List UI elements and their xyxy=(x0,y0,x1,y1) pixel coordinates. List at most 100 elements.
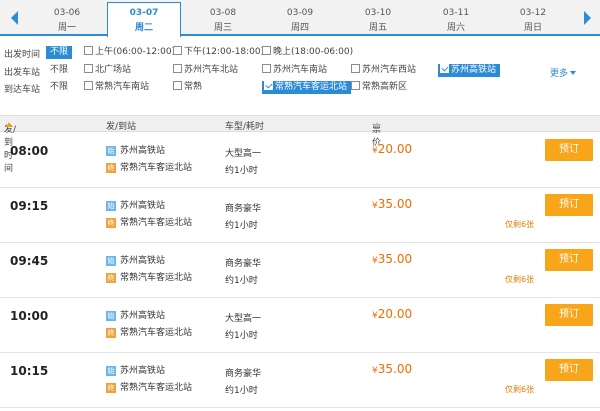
filter-option-morning[interactable]: 上午(06:00-12:00) xyxy=(84,46,175,59)
filter-no-limit[interactable]: 不限 xyxy=(46,46,73,59)
date-tab-2[interactable]: 03-08 周三 xyxy=(186,3,260,34)
vehicle-type: 商务豪华 xyxy=(225,259,262,269)
more-filters-link[interactable]: 更多 xyxy=(550,66,577,79)
date-tab-weekday: 周二 xyxy=(134,23,153,33)
book-button[interactable]: 预订 xyxy=(545,359,593,381)
filter-option-station[interactable]: 常熟汽车南站 xyxy=(84,81,149,94)
date-tab-date: 03-10 xyxy=(364,8,392,18)
checkbox-icon[interactable] xyxy=(84,64,93,73)
date-tab-6[interactable]: 03-12 周日 xyxy=(496,3,570,34)
filter-option-station[interactable]: 苏州汽车南站 xyxy=(262,64,327,77)
option-label: 常熟高新区 xyxy=(362,82,408,92)
duration: 约1小时 xyxy=(225,331,258,341)
remaining-tickets: 仅剩6张 xyxy=(505,275,535,284)
depart-time: 10:15 xyxy=(10,364,49,378)
origin-icon: 始 xyxy=(106,366,116,376)
checkbox-icon[interactable] xyxy=(262,46,271,55)
checkbox-icon[interactable] xyxy=(173,81,182,90)
date-tab-5[interactable]: 03-11 周六 xyxy=(419,3,493,34)
depart-time: 09:15 xyxy=(10,199,49,213)
vehicle-type: 商务豪华 xyxy=(225,369,262,379)
price-value: 35.00 xyxy=(377,362,413,376)
filter-option-station-checked[interactable]: 苏州高铁站 xyxy=(438,64,501,77)
from-station-name: 苏州高铁站 xyxy=(120,311,166,321)
book-button[interactable]: 预订 xyxy=(545,249,593,271)
duration: 约1小时 xyxy=(225,386,258,396)
origin-icon: 始 xyxy=(106,311,116,321)
vehicle-type: 大型高一 xyxy=(225,314,262,324)
option-label: 苏州汽车西站 xyxy=(362,65,417,75)
to-station: 终常熟汽车客运北站 xyxy=(106,218,192,229)
date-tab-date: 03-06 xyxy=(53,8,81,18)
checkbox-icon[interactable] xyxy=(351,81,360,90)
remaining-tickets: 仅剩6张 xyxy=(505,220,535,229)
destination-icon: 终 xyxy=(106,218,116,228)
price-value: 20.00 xyxy=(377,307,413,321)
filter-option-station[interactable]: 常熟高新区 xyxy=(351,81,407,94)
checkbox-icon[interactable] xyxy=(173,46,182,55)
from-station: 始苏州高铁站 xyxy=(106,366,165,377)
prev-week-arrow-icon[interactable] xyxy=(6,4,24,32)
schedule-row: 09:45 始苏州高铁站 终常熟汽车客运北站 商务豪华 约1小时 ¥35.00 … xyxy=(0,243,600,298)
from-station: 始苏州高铁站 xyxy=(106,146,165,157)
price: ¥35.00 xyxy=(372,197,412,211)
header-vehicle: 车型/耗时 xyxy=(225,122,265,132)
price-value: 35.00 xyxy=(377,252,413,266)
filter-option-station[interactable]: 苏州汽车西站 xyxy=(351,64,416,77)
destination-icon: 终 xyxy=(106,273,116,283)
checkbox-icon[interactable] xyxy=(84,81,93,90)
option-label: 苏州汽车北站 xyxy=(184,65,239,75)
filter-option-station-checked[interactable]: 常熟汽车客运北站 xyxy=(262,81,352,94)
destination-icon: 终 xyxy=(106,163,116,173)
date-tab-date: 03-12 xyxy=(519,8,547,18)
filter-no-limit[interactable]: 不限 xyxy=(50,81,68,94)
option-label: 下午(12:00-18:00) xyxy=(184,47,265,57)
date-tab-0[interactable]: 03-06 周一 xyxy=(30,3,104,34)
depart-time: 09:45 xyxy=(10,254,49,268)
checkbox-checked-icon[interactable] xyxy=(264,81,273,90)
filter-option-station[interactable]: 常熟 xyxy=(173,81,202,94)
date-tab-4[interactable]: 03-10 周五 xyxy=(341,3,415,34)
filter-option-afternoon[interactable]: 下午(12:00-18:00) xyxy=(173,46,264,59)
checkbox-icon[interactable] xyxy=(173,64,182,73)
checkbox-icon[interactable] xyxy=(262,64,271,73)
book-button[interactable]: 预订 xyxy=(545,139,593,161)
checkbox-icon[interactable] xyxy=(351,64,360,73)
to-station-name: 常熟汽车客运北站 xyxy=(120,328,193,338)
date-tab-date: 03-09 xyxy=(286,8,314,18)
origin-icon: 始 xyxy=(106,256,116,266)
filter-option-station[interactable]: 北广场站 xyxy=(84,64,131,77)
price-value: 20.00 xyxy=(377,142,413,156)
from-station-name: 苏州高铁站 xyxy=(120,146,166,156)
schedule-row: 10:15 始苏州高铁站 终常熟汽车客运北站 商务豪华 约1小时 ¥35.00 … xyxy=(0,353,600,408)
from-station-name: 苏州高铁站 xyxy=(120,366,166,376)
next-week-arrow-icon[interactable] xyxy=(578,4,596,32)
filter-no-limit[interactable]: 不限 xyxy=(50,64,68,77)
price: ¥20.00 xyxy=(372,307,412,321)
depart-time: 10:00 xyxy=(10,309,49,323)
book-button[interactable]: 预订 xyxy=(545,304,593,326)
duration: 约1小时 xyxy=(225,221,258,231)
remaining-tickets: 仅剩6张 xyxy=(505,385,535,394)
filter-option-station[interactable]: 苏州汽车北站 xyxy=(173,64,238,77)
book-button[interactable]: 预订 xyxy=(545,194,593,216)
filter-label: 出发车站 xyxy=(4,68,41,78)
date-tab-1[interactable]: 03-07 周二 xyxy=(107,2,181,37)
duration: 约1小时 xyxy=(225,166,258,176)
filter-option-evening[interactable]: 晚上(18:00-06:00) xyxy=(262,46,353,59)
date-tab-date: 03-08 xyxy=(209,8,237,18)
filter-depart-station: 出发车站 不限 北广场站 苏州汽车北站 苏州汽车南站 苏州汽车西站 苏州高铁站 xyxy=(0,63,600,78)
caret-down-icon xyxy=(570,71,577,75)
option-label: 苏州汽车南站 xyxy=(273,65,328,75)
filter-depart-time: 出发时间 不限 上午(06:00-12:00) 下午(12:00-18:00) … xyxy=(0,45,600,60)
filter-arrive-station: 到达车站 不限 常熟汽车南站 常熟 常熟汽车客运北站 常熟高新区 xyxy=(0,80,600,95)
to-station: 终常熟汽车客运北站 xyxy=(106,163,192,174)
from-station-name: 苏州高铁站 xyxy=(120,256,166,266)
option-label: 上午(06:00-12:00) xyxy=(95,47,176,57)
checkbox-icon[interactable] xyxy=(84,46,93,55)
option-label: 苏州高铁站 xyxy=(451,65,497,75)
checkbox-checked-icon[interactable] xyxy=(440,64,449,73)
price-value: 35.00 xyxy=(377,197,413,211)
date-tab-3[interactable]: 03-09 周四 xyxy=(263,3,337,34)
schedule-row: 10:00 始苏州高铁站 终常熟汽车客运北站 大型高一 约1小时 ¥20.00 … xyxy=(0,298,600,353)
